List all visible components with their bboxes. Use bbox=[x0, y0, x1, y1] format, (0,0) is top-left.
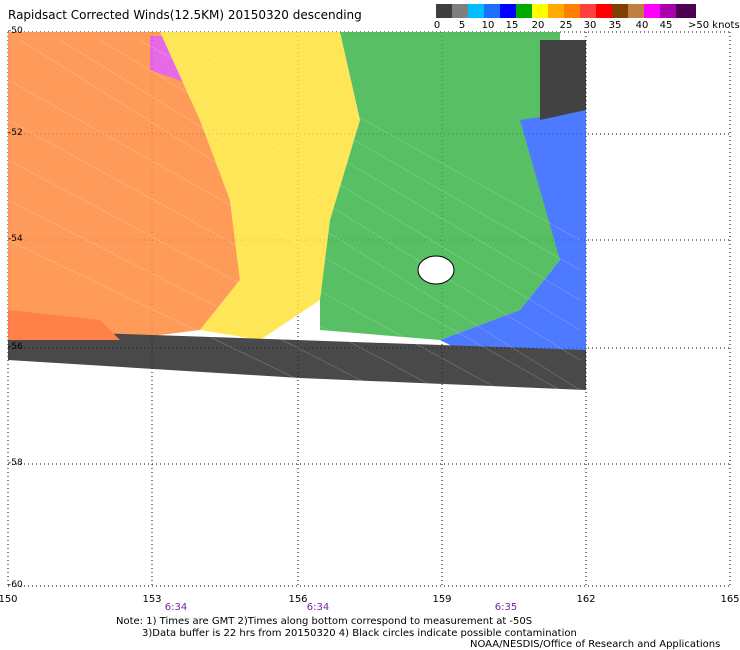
wind-region-green bbox=[320, 32, 560, 340]
lat-label-58: -58 bbox=[8, 458, 23, 468]
wind-barb-map bbox=[7, 31, 731, 587]
note-line-3: NOAA/NESDIS/Office of Research and Appli… bbox=[470, 639, 721, 650]
lat-label-60: -60 bbox=[8, 580, 23, 590]
note-line-1: Note: 1) Times are GMT 2)Times along bot… bbox=[116, 616, 533, 627]
lat-label-56: -56 bbox=[8, 342, 23, 352]
lat-label-50: -50 bbox=[8, 26, 23, 36]
lon-label-162: 162 bbox=[576, 594, 596, 605]
wind-region-black-band bbox=[540, 40, 586, 120]
lat-label-54: -54 bbox=[8, 234, 23, 244]
time-label-2: 6:34 bbox=[306, 602, 330, 613]
lon-label-159: 159 bbox=[432, 594, 452, 605]
lon-label-153: 153 bbox=[142, 594, 162, 605]
wind-field bbox=[8, 32, 586, 390]
note-line-2: 3)Data buffer is 22 hrs from 20150320 4)… bbox=[142, 628, 577, 639]
contamination-circle bbox=[417, 255, 455, 285]
lon-label-165: 165 bbox=[720, 594, 740, 605]
time-label-3: 6:35 bbox=[494, 602, 518, 613]
time-label-1: 6:34 bbox=[164, 602, 188, 613]
lat-label-52: -52 bbox=[8, 128, 23, 138]
lon-label-150: 150 bbox=[0, 594, 18, 605]
lon-label-156: 156 bbox=[288, 594, 308, 605]
